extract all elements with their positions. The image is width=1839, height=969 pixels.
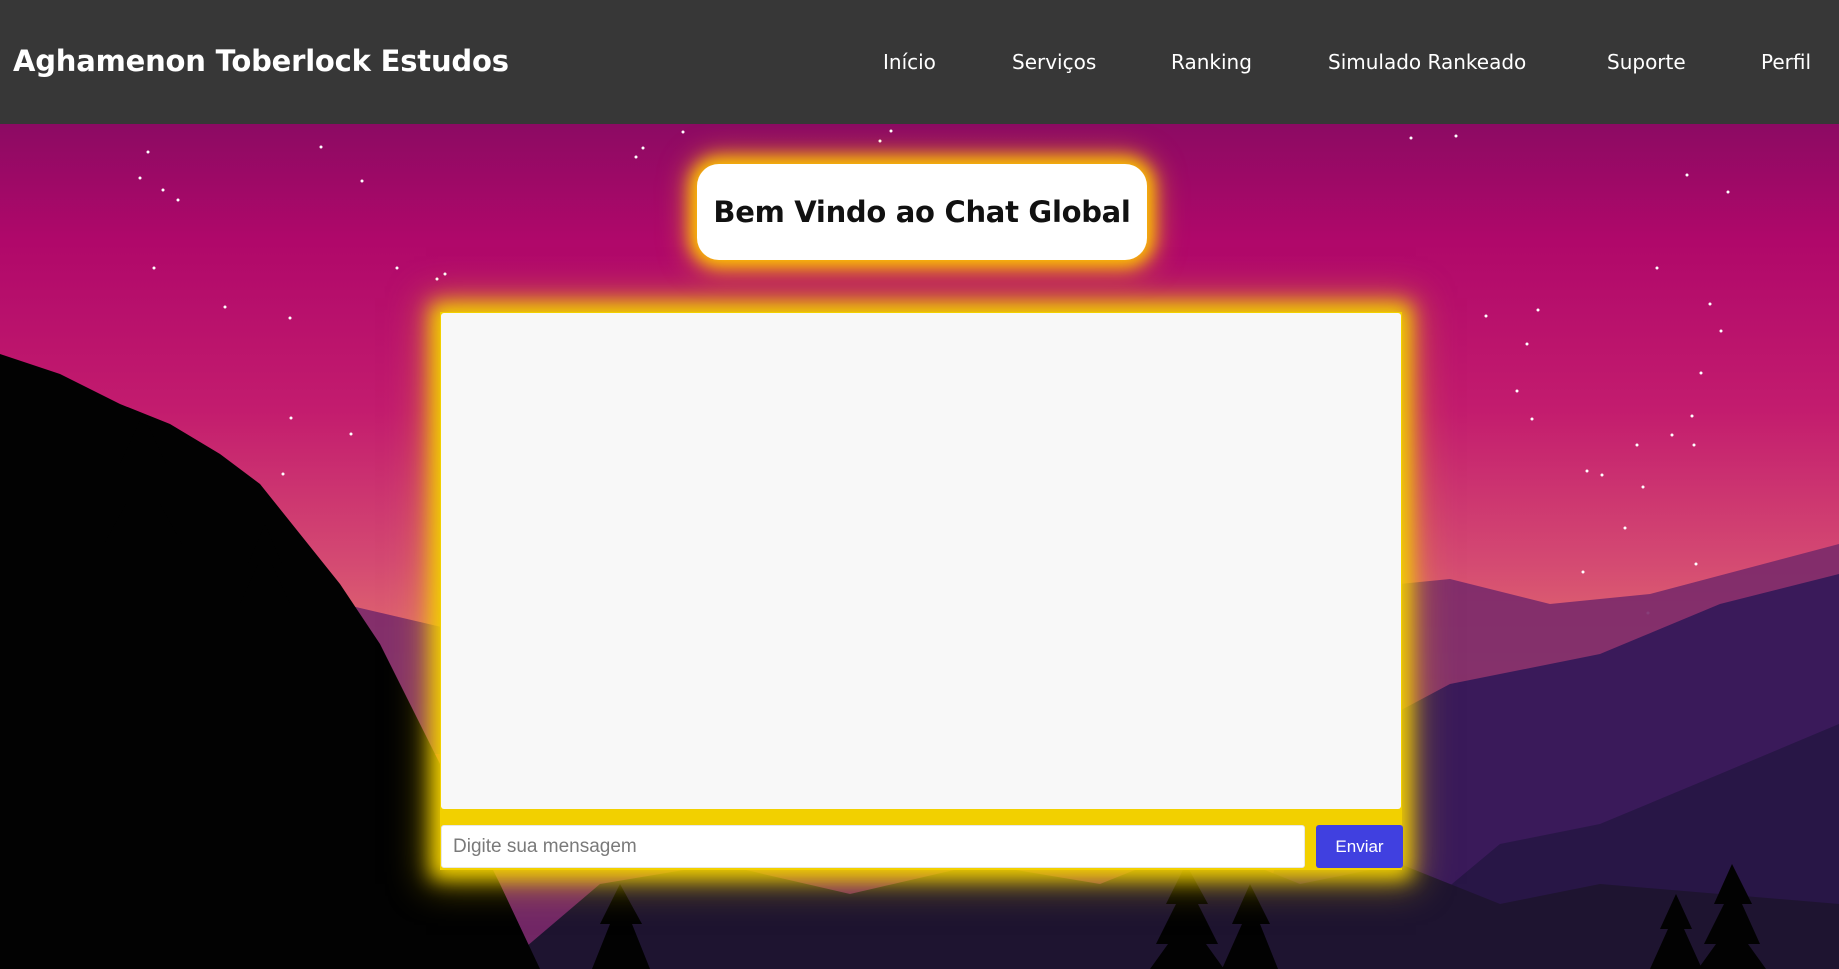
nav-link-ranking[interactable]: Ranking (1171, 50, 1252, 74)
message-input[interactable] (441, 825, 1305, 868)
main-nav: Início Serviços Ranking Simulado Rankead… (0, 50, 1839, 80)
welcome-card: Bem Vindo ao Chat Global (697, 164, 1147, 260)
nav-link-perfil[interactable]: Perfil (1761, 50, 1811, 74)
welcome-title: Bem Vindo ao Chat Global (713, 195, 1131, 229)
nav-link-suporte[interactable]: Suporte (1607, 50, 1686, 74)
chat-messages-area[interactable] (441, 313, 1401, 809)
top-navbar: Aghamenon Toberlock Estudos Início Servi… (0, 0, 1839, 124)
nav-link-servicos[interactable]: Serviços (1012, 50, 1096, 74)
send-button[interactable]: Enviar (1316, 825, 1403, 868)
nav-link-simulado-rankeado[interactable]: Simulado Rankeado (1328, 50, 1526, 74)
nav-link-inicio[interactable]: Início (883, 50, 936, 74)
